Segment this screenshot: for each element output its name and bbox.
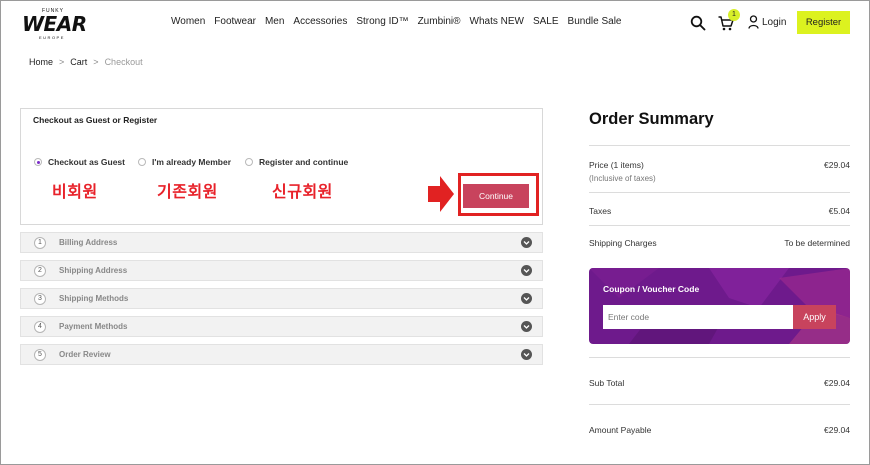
step-payment-methods[interactable]: 4 Payment Methods <box>20 316 543 337</box>
checkout-options-panel: Checkout as Guest or Register Checkout a… <box>20 108 543 225</box>
step-order-review[interactable]: 5 Order Review <box>20 344 543 365</box>
chevron-down-icon <box>521 293 532 304</box>
annotation-guest: 비회원 <box>52 184 98 201</box>
annotation-member: 기존회원 <box>157 184 218 201</box>
apply-coupon-button[interactable]: Apply <box>793 305 836 329</box>
divider <box>589 145 850 146</box>
cart-count-badge: 1 <box>728 9 740 21</box>
nav-item-zumbini[interactable]: Zumbini® <box>418 16 461 27</box>
subtotal-label: Sub Total <box>589 378 625 388</box>
order-summary-title: Order Summary <box>589 110 714 128</box>
divider <box>589 192 850 193</box>
taxes-value: €5.04 <box>828 206 850 216</box>
search-icon[interactable] <box>690 15 706 31</box>
nav-item-sale[interactable]: SALE <box>533 16 559 27</box>
step-number: 2 <box>34 265 46 277</box>
shipping-label: Shipping Charges <box>589 238 657 248</box>
step-number: 4 <box>34 321 46 333</box>
option-register-label: Register and continue <box>259 157 349 167</box>
nav-item-footwear[interactable]: Footwear <box>214 16 256 27</box>
coupon-title: Coupon / Voucher Code <box>603 284 700 294</box>
radio-guest[interactable] <box>34 158 42 166</box>
step-number: 5 <box>34 349 46 361</box>
brand-logo[interactable]: FUNKY WEAR EUROPE <box>22 8 87 40</box>
chevron-down-icon <box>521 237 532 248</box>
taxes-label: Taxes <box>589 206 612 216</box>
nav-item-women[interactable]: Women <box>171 16 205 27</box>
user-icon[interactable] <box>748 15 759 29</box>
amount-payable-value: €29.04 <box>824 425 850 435</box>
main-nav: Women Footwear Men Accessories Strong ID… <box>171 16 630 27</box>
logo-sub-text: EUROPE <box>39 35 65 40</box>
step-label: Payment Methods <box>59 322 128 331</box>
shipping-value: To be determined <box>784 238 850 248</box>
nav-item-whats-new[interactable]: Whats NEW <box>470 16 524 27</box>
step-shipping-address[interactable]: 2 Shipping Address <box>20 260 543 281</box>
step-number: 3 <box>34 293 46 305</box>
option-guest[interactable]: Checkout as Guest <box>34 157 125 167</box>
breadcrumb-cart[interactable]: Cart <box>70 57 87 67</box>
divider <box>589 225 850 226</box>
coupon-code-input[interactable] <box>603 305 793 329</box>
nav-item-men[interactable]: Men <box>265 16 284 27</box>
register-button[interactable]: Register <box>797 11 850 34</box>
subtotal-value: €29.04 <box>824 378 850 388</box>
step-shipping-methods[interactable]: 3 Shipping Methods <box>20 288 543 309</box>
step-number: 1 <box>34 237 46 249</box>
annotation-register: 신규회원 <box>272 184 333 201</box>
option-register[interactable]: Register and continue <box>245 157 348 167</box>
option-guest-label: Checkout as Guest <box>48 157 125 167</box>
step-label: Shipping Address <box>59 266 128 275</box>
breadcrumb-current: Checkout <box>104 57 143 67</box>
price-label: Price (1 items) <box>589 160 644 170</box>
checkout-title: Checkout as Guest or Register <box>33 115 158 125</box>
radio-register[interactable] <box>245 158 253 166</box>
chevron-down-icon <box>521 265 532 276</box>
nav-item-accessories[interactable]: Accessories <box>293 16 347 27</box>
login-link[interactable]: Login <box>762 17 786 28</box>
step-label: Shipping Methods <box>59 294 129 303</box>
continue-button[interactable]: Continue <box>463 184 529 208</box>
breadcrumb-separator: > <box>59 57 65 67</box>
step-label: Billing Address <box>59 238 118 247</box>
breadcrumb-home[interactable]: Home <box>29 57 53 67</box>
breadcrumb-separator: > <box>93 57 99 67</box>
chevron-down-icon <box>521 349 532 360</box>
price-note: (Inclusive of taxes) <box>589 174 656 183</box>
nav-item-strong-id[interactable]: Strong ID™ <box>356 16 408 27</box>
step-billing-address[interactable]: 1 Billing Address <box>20 232 543 253</box>
arrow-right-icon <box>428 176 454 212</box>
coupon-panel: Coupon / Voucher Code Apply <box>589 268 850 344</box>
nav-item-bundle-sale[interactable]: Bundle Sale <box>568 16 622 27</box>
option-member-label: I'm already Member <box>152 157 232 167</box>
chevron-down-icon <box>521 321 532 332</box>
logo-main-text: WEAR <box>22 12 87 36</box>
radio-member[interactable] <box>138 158 146 166</box>
divider <box>589 404 850 405</box>
price-value: €29.04 <box>824 160 850 170</box>
divider <box>589 357 850 358</box>
breadcrumb: Home > Cart > Checkout <box>29 57 143 67</box>
option-member[interactable]: I'm already Member <box>138 157 231 167</box>
amount-payable-label: Amount Payable <box>589 425 652 435</box>
step-label: Order Review <box>59 350 111 359</box>
